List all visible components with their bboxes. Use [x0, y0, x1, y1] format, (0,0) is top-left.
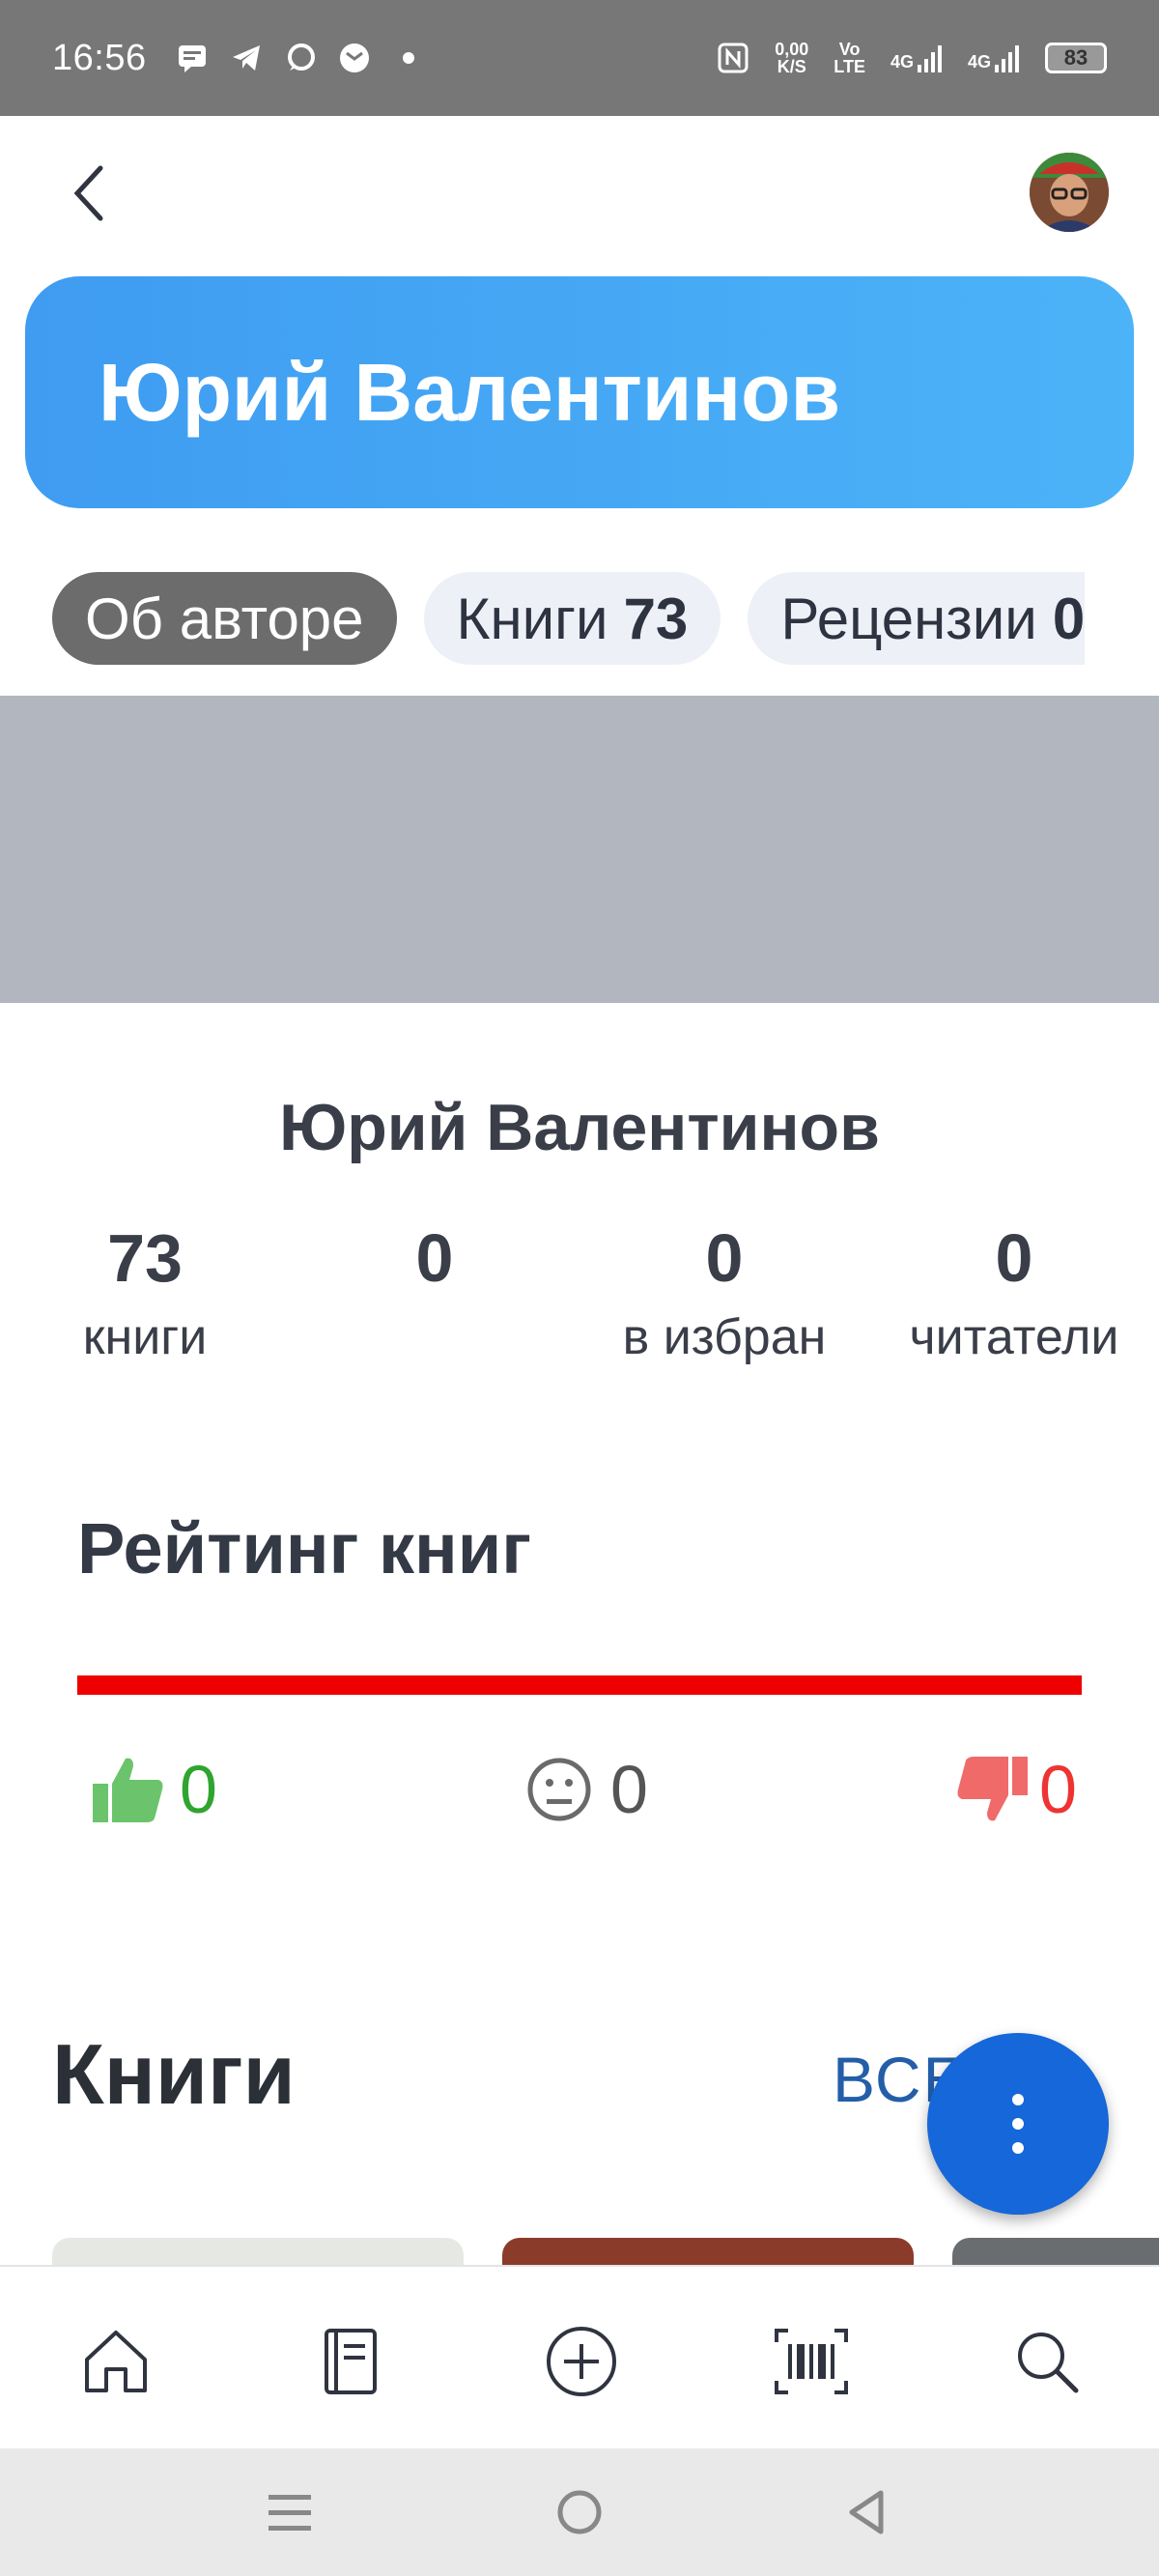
avatar-photo-icon	[1030, 153, 1109, 232]
stat-readers[interactable]: 0 читатели	[869, 1219, 1159, 1366]
stat-second[interactable]: 0	[290, 1219, 580, 1308]
stat-favorites-value: 0	[705, 1220, 744, 1296]
thumbs-down-icon	[957, 1757, 1028, 1821]
page-title: Юрий Валентинов	[99, 346, 841, 438]
stat-books-label: книги	[82, 1309, 208, 1365]
signal-icon	[917, 45, 942, 72]
books-section-title: Книги	[52, 2026, 296, 2122]
tab-about[interactable]: Об авторе	[52, 572, 397, 665]
volte-top: Vo	[838, 40, 861, 59]
more-vertical-icon	[1012, 2094, 1024, 2154]
stat-favorites[interactable]: 0 в избран	[580, 1219, 869, 1366]
speed-unit: K/S	[777, 57, 806, 76]
mail-icon	[339, 43, 369, 72]
home-circle-icon[interactable]	[551, 2483, 608, 2541]
system-status: 0,00 K/S Vo LTE 4G 4G 83	[717, 41, 1107, 75]
tab-books-count: 73	[623, 586, 689, 651]
tab-books[interactable]: Книги 73	[423, 572, 721, 665]
avatar[interactable]	[1030, 153, 1109, 232]
signal-1: 4G	[890, 43, 943, 72]
dot-icon	[402, 52, 414, 64]
nfc-icon	[718, 43, 749, 73]
bottom-navigation	[0, 2265, 1159, 2448]
neutral-count: 0	[610, 1752, 648, 1827]
net-type-2: 4G	[967, 52, 991, 72]
dislikes-count: 0	[1039, 1752, 1077, 1827]
speed-value: 0,00	[775, 40, 809, 59]
author-header-banner: Юрий Валентинов	[25, 276, 1134, 508]
volte-indicator: Vo LTE	[834, 41, 865, 75]
tab-reviews-count: 0	[1052, 586, 1086, 651]
stat-second-value: 0	[415, 1220, 454, 1296]
search-icon[interactable]	[1006, 2321, 1088, 2402]
tab-reviews-label: Рецензии	[780, 586, 1037, 651]
neutral-face-icon	[527, 1758, 591, 1821]
book-cover-1[interactable]	[52, 2238, 464, 2267]
tab-about-label: Об авторе	[85, 586, 364, 651]
thumbs-up-icon	[93, 1758, 163, 1822]
menu-icon[interactable]	[261, 2483, 319, 2541]
back-triangle-icon[interactable]	[838, 2483, 896, 2541]
signal-2-icon	[995, 45, 1019, 72]
signal-2: 4G	[968, 43, 1020, 72]
back-arrow-icon[interactable]	[60, 157, 118, 230]
likes-count: 0	[180, 1752, 217, 1827]
more-actions-fab[interactable]	[927, 2033, 1109, 2215]
add-icon[interactable]	[541, 2321, 622, 2402]
stat-favorites-label: в избран	[622, 1309, 827, 1365]
notification-icons	[176, 42, 425, 74]
battery-icon: 83	[1045, 43, 1107, 73]
status-time: 16:56	[52, 37, 147, 78]
author-cover-image	[0, 696, 1159, 1003]
tab-reviews[interactable]: Рецензии 0	[748, 572, 1086, 665]
network-speed: 0,00 K/S	[775, 41, 808, 75]
volte-bottom: LTE	[834, 57, 865, 76]
net-type-1: 4G	[890, 52, 914, 72]
system-navigation	[0, 2448, 1159, 2576]
likes-rating: 0	[91, 1751, 217, 1828]
book-cover-2[interactable]	[502, 2238, 914, 2267]
dislikes-rating: 0	[954, 1751, 1077, 1828]
chat-icon	[287, 43, 315, 71]
stat-readers-label: читатели	[909, 1309, 1119, 1365]
stat-books-value: 73	[107, 1220, 183, 1296]
rating-bar	[77, 1675, 1082, 1695]
book-cover-3[interactable]	[952, 2238, 1159, 2267]
message-icon	[178, 45, 206, 72]
home-icon[interactable]	[75, 2321, 156, 2402]
author-stats: 73 книги 0 0 в избран 0 читатели	[0, 1219, 1159, 1374]
stat-books[interactable]: 73 книги	[0, 1219, 290, 1366]
author-name: Юрий Валентинов	[279, 1091, 880, 1164]
status-bar: 16:56 0,00 K/S Vo LTE 4G 4G 83	[0, 0, 1159, 116]
tab-books-label: Книги	[456, 586, 608, 651]
battery-level: 83	[1063, 45, 1088, 70]
tab-bar: Об авторе Книги 73 Рецензии 0	[52, 572, 1086, 665]
telegram-icon	[232, 45, 260, 71]
stat-readers-value: 0	[995, 1220, 1033, 1296]
neutral-rating: 0	[525, 1751, 648, 1828]
book-icon[interactable]	[309, 2321, 390, 2402]
barcode-icon[interactable]	[771, 2321, 852, 2402]
rating-title: Рейтинг книг	[77, 1508, 532, 1589]
